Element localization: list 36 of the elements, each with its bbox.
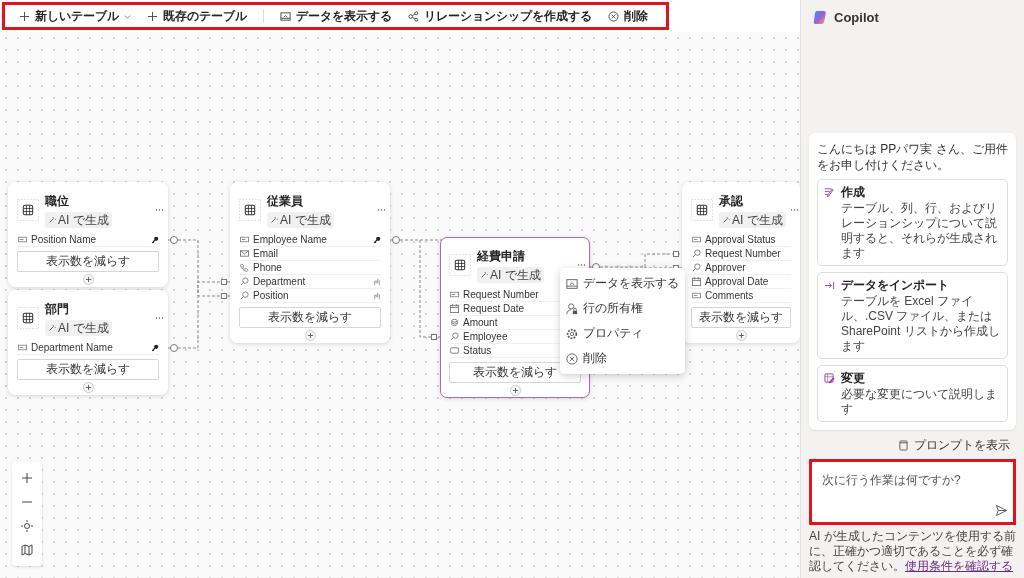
tag-label: AI で生成 xyxy=(280,212,331,227)
suggestion-title: 変更 xyxy=(841,370,865,387)
field-name: Department xyxy=(253,276,306,287)
table-name: 部門 xyxy=(45,300,69,318)
field-name: Email xyxy=(253,248,278,259)
field-name: Phone xyxy=(253,262,282,273)
field-name: Request Number xyxy=(463,289,539,300)
field-name: Employee Name xyxy=(253,234,327,245)
field-name: Approval Status xyxy=(705,234,776,245)
panel-title: Copilot xyxy=(834,9,879,25)
table-name: 承認 xyxy=(719,192,743,210)
suggestion-description: 必要な変更について説明します xyxy=(840,387,998,417)
field-name: Position xyxy=(253,290,289,301)
suggestion-description: テーブルを Excel ファイル、.CSV ファイル、または SharePoint リストから作成します xyxy=(840,294,1001,354)
suggestion-title: 作成 xyxy=(841,184,865,201)
suggestion-title: データをインポート xyxy=(841,277,949,294)
table-name: 従業員 xyxy=(267,192,303,210)
field-name: Position Name xyxy=(31,234,97,245)
field-name: Approver xyxy=(705,262,746,273)
field-name: Request Date xyxy=(463,303,525,314)
field-name: Approval Date xyxy=(705,276,769,287)
table-name: 経費申請 xyxy=(477,247,525,265)
greeting-text: こんにちは PPパワ実 さん、ご用件をお申し付けください。 xyxy=(817,141,1008,173)
disclaimer-text: AI が生成したコンテンツを使用する前に、正確かつ適切であることを必ず確認してください。使用条件を確認する xyxy=(809,529,1016,574)
tag-label: AI で生成 xyxy=(732,212,783,227)
table-name: 職位 xyxy=(45,192,69,210)
tag-label: AI で生成 xyxy=(58,320,109,335)
field-name: Amount xyxy=(463,317,498,328)
field-name: Employee xyxy=(463,331,508,342)
field-name: Comments xyxy=(705,290,754,301)
field-name: Status xyxy=(463,345,492,356)
tag-label: AI で生成 xyxy=(58,212,109,227)
field-name: Request Number xyxy=(705,248,781,259)
tag-label: AI で生成 xyxy=(490,267,541,282)
suggestion-description: テーブル、列、行、およびリレーションシップについて説明すると、それらが生成されます xyxy=(840,201,998,261)
field-name: Department Name xyxy=(31,342,113,353)
